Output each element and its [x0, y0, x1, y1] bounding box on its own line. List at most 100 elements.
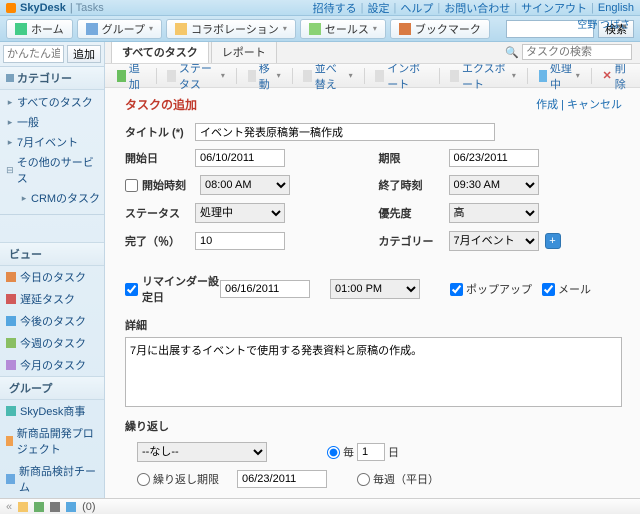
lbl-repeat: 繰り返し — [125, 410, 622, 438]
tab-bookmark[interactable]: ブックマーク — [390, 19, 490, 39]
input-remdate[interactable] — [220, 280, 310, 298]
lbl-endtime: 終了時刻 — [379, 177, 449, 193]
views-header[interactable]: ビュー — [0, 242, 104, 266]
group-2[interactable]: 新商品検討チーム — [0, 460, 104, 498]
user-label: 空野 つばさ — [577, 16, 630, 31]
sel-category[interactable]: 7月イベント — [449, 231, 539, 251]
notif-icon[interactable] — [18, 502, 28, 512]
input-title[interactable] — [195, 123, 495, 141]
presence-icon[interactable] — [34, 502, 44, 512]
link-english[interactable]: English — [598, 2, 634, 14]
link-signout[interactable]: サインアウト — [521, 0, 587, 16]
quick-add-input[interactable] — [3, 45, 64, 63]
view-late[interactable]: 遅延タスク — [0, 288, 104, 310]
brand-name: SkyDesk — [20, 2, 66, 14]
lbl-title: タイトル (*) — [125, 124, 195, 140]
groups-header[interactable]: グループ — [0, 376, 104, 400]
group-icon — [86, 23, 98, 35]
view-week[interactable]: 今週のタスク — [0, 332, 104, 354]
input-repeatdue[interactable] — [237, 470, 327, 488]
quick-add-button[interactable]: 追加 — [67, 45, 101, 63]
lbl-starttime: 開始時刻 — [142, 177, 200, 193]
lbl-due: 期限 — [379, 150, 449, 166]
folder-icon — [175, 23, 187, 35]
action-cancel[interactable]: キャンセル — [567, 99, 622, 111]
sel-endtime[interactable]: 09:30 AM — [449, 175, 539, 195]
textarea-detail[interactable]: 7月に出展するイベントで使用する発表資料と原稿の作成。 — [125, 337, 622, 407]
add-icon — [117, 70, 126, 82]
lbl-start: 開始日 — [125, 150, 195, 166]
view-today[interactable]: 今日のタスク — [0, 266, 104, 288]
lbl-priority: 優先度 — [379, 205, 449, 221]
nav-tabs: ホーム グループ▾ コラボレーション▾ セールス▾ ブックマーク 検索 — [0, 16, 640, 42]
move-icon — [248, 70, 256, 82]
link-contact[interactable]: お問い合わせ — [444, 0, 510, 16]
view-upcoming[interactable]: 今後のタスク — [0, 310, 104, 332]
import-icon — [375, 70, 384, 82]
lbl-reminder: リマインダー設定日 — [142, 273, 220, 305]
chk-mail[interactable] — [542, 283, 555, 296]
category-header[interactable]: カテゴリー — [0, 67, 104, 90]
chk-reminder[interactable] — [125, 283, 138, 296]
sel-remtime[interactable]: 01:00 PM — [330, 279, 420, 299]
lbl-status: ステータス — [125, 205, 195, 221]
group-0[interactable]: SkyDesk商事 — [0, 400, 104, 422]
brand-section: | Tasks — [70, 2, 104, 14]
lbl-mail: メール — [558, 281, 591, 297]
radio-weekday[interactable] — [357, 473, 370, 486]
sel-repeat[interactable]: --なし-- — [137, 442, 267, 462]
delete-icon: ✕ — [602, 69, 611, 82]
bookmark-icon — [399, 23, 411, 35]
toolbar: 追加 ステータス▾ 移動▾ 並べ替え▾ インポート エクスポート▾ 処理中▾ ✕… — [105, 64, 640, 88]
lbl-category: カテゴリー — [379, 233, 449, 249]
brand: SkyDesk | Tasks — [6, 2, 104, 14]
tab-group[interactable]: グループ▾ — [77, 19, 162, 39]
view-month[interactable]: 今月のタスク — [0, 354, 104, 376]
subtab-report[interactable]: レポート — [211, 42, 277, 63]
sales-icon — [309, 23, 321, 35]
tab-home[interactable]: ホーム — [6, 19, 73, 39]
tab-sales[interactable]: セールス▾ — [300, 19, 386, 39]
cat-all[interactable]: ▸すべてのタスク — [6, 92, 104, 112]
radio-noend[interactable] — [137, 498, 150, 499]
cat-general[interactable]: ▸一般 — [6, 112, 104, 132]
radio-every[interactable] — [327, 446, 340, 459]
link-invite[interactable]: 招待する — [313, 0, 357, 16]
link-help[interactable]: ヘルプ — [400, 0, 433, 16]
cat-crm[interactable]: ▸CRMのタスク — [6, 188, 104, 208]
home-icon — [15, 23, 27, 35]
lbl-popup: ポップアップ — [466, 281, 532, 297]
action-create[interactable]: 作成 — [536, 99, 558, 111]
contacts-icon[interactable] — [50, 502, 60, 512]
input-every[interactable] — [357, 443, 385, 461]
top-links: 招待する| 設定| ヘルプ| お問い合わせ| サインアウト| English — [313, 0, 634, 16]
status-icon — [167, 70, 176, 82]
add-category-button[interactable]: + — [545, 233, 561, 249]
search-icon: 🔍 — [505, 46, 519, 59]
sel-status[interactable]: 処理中 — [195, 203, 285, 223]
radio-repeatdue[interactable] — [137, 473, 150, 486]
form-title: タスクの追加 — [125, 98, 197, 112]
lbl-complete: 完了（％） — [125, 233, 195, 249]
input-start[interactable] — [195, 149, 285, 167]
cat-july[interactable]: ▸7月イベント — [6, 132, 104, 152]
brand-logo — [6, 3, 16, 13]
input-complete[interactable] — [195, 232, 285, 250]
export-icon — [450, 70, 459, 82]
group-1[interactable]: 新商品開発プロジェクト — [0, 422, 104, 460]
input-due[interactable] — [449, 149, 539, 167]
lbl-detail: 詳細 — [125, 309, 622, 337]
count-label: (0) — [82, 501, 95, 513]
sel-priority[interactable]: 高 — [449, 203, 539, 223]
form-actions: 作成|キャンセル — [536, 96, 622, 112]
tab-collab[interactable]: コラボレーション▾ — [166, 19, 296, 39]
subtab-all[interactable]: すべてのタスク — [111, 42, 209, 63]
sort-icon — [303, 70, 311, 82]
cat-other[interactable]: ⊟その他のサービス — [6, 152, 104, 188]
link-settings[interactable]: 設定 — [367, 0, 389, 16]
people-icon[interactable] — [66, 502, 76, 512]
chk-popup[interactable] — [450, 283, 463, 296]
task-search-input[interactable] — [522, 44, 632, 60]
sel-starttime[interactable]: 08:00 AM — [200, 175, 290, 195]
chk-starttime[interactable] — [125, 179, 138, 192]
